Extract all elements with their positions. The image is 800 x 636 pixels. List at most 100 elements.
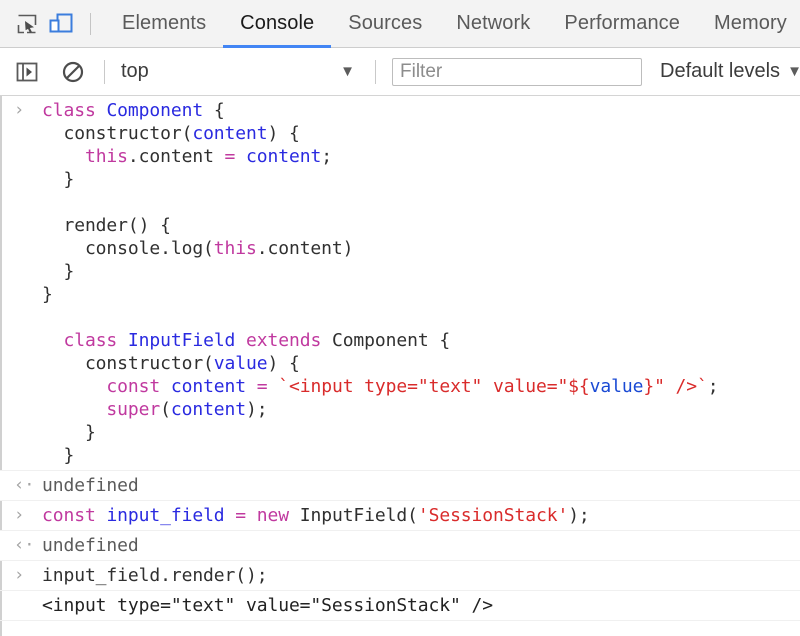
code-token: } xyxy=(42,445,74,466)
device-toolbar-glyph xyxy=(49,13,73,35)
code-token: ) { xyxy=(267,353,299,374)
code-token xyxy=(160,376,171,397)
code-token: <input type="text" value="SessionStack" … xyxy=(42,595,493,616)
tab-memory[interactable]: Memory xyxy=(697,0,800,48)
tab-performance[interactable]: Performance xyxy=(547,0,697,48)
code-token: input_field.render(); xyxy=(42,565,267,586)
console-entry-text: input_field.render(); xyxy=(42,564,800,587)
code-token xyxy=(117,330,128,351)
code-token: = xyxy=(225,146,236,167)
code-token: const xyxy=(42,505,96,526)
code-token: { xyxy=(203,100,224,121)
code-token: const xyxy=(106,376,160,397)
filterbar-divider-1 xyxy=(104,60,105,84)
code-token: input_field xyxy=(106,505,224,526)
prompt-marker-icon: › xyxy=(14,504,36,527)
code-token: .content) xyxy=(257,238,354,259)
console-filter-bar: top ▼ Default levels ▼ xyxy=(0,48,800,96)
code-token: ); xyxy=(246,399,267,420)
tab-console[interactable]: Console xyxy=(223,0,331,48)
code-token xyxy=(268,376,279,397)
console-entry-output[interactable]: <input type="text" value="SessionStack" … xyxy=(0,591,800,621)
code-token: = xyxy=(257,376,268,397)
result-marker-icon: ‹· xyxy=(14,474,36,497)
code-token: ; xyxy=(708,376,719,397)
code-token xyxy=(96,100,107,121)
prompt-marker-icon: › xyxy=(14,99,36,122)
code-token: Component { xyxy=(321,330,450,351)
tab-network-label: Network xyxy=(456,12,530,35)
device-toolbar-icon[interactable] xyxy=(44,7,78,41)
code-token: content xyxy=(246,146,321,167)
chevron-down-icon: ▼ xyxy=(340,64,355,79)
inspect-element-icon[interactable] xyxy=(10,7,44,41)
console-entry-text: undefined xyxy=(42,474,800,497)
panel-tabs: Elements Console Sources Network Perform… xyxy=(105,0,800,48)
code-token: class xyxy=(42,100,96,121)
tab-performance-label: Performance xyxy=(564,12,680,35)
code-token: extends xyxy=(246,330,321,351)
chevron-down-icon: ▼ xyxy=(787,64,800,79)
console-entry-input[interactable]: ›class Component { constructor(content) … xyxy=(0,96,800,471)
code-token: .content xyxy=(128,146,225,167)
code-token: = xyxy=(235,505,246,526)
code-token xyxy=(235,330,246,351)
console-entry-text: undefined xyxy=(42,534,800,557)
tab-sources[interactable]: Sources xyxy=(331,0,439,48)
filter-input[interactable] xyxy=(392,58,642,86)
log-levels-label: Default levels xyxy=(660,60,780,83)
code-token: this xyxy=(85,146,128,167)
code-token: InputField xyxy=(128,330,235,351)
tab-console-label: Console xyxy=(240,12,314,35)
code-token xyxy=(42,330,63,351)
code-token: super xyxy=(106,399,160,420)
console-entry-text: const input_field = new InputField('Sess… xyxy=(42,504,800,527)
console-sidebar-toggle-icon[interactable] xyxy=(12,57,42,87)
code-token: value xyxy=(590,376,644,397)
code-token: undefined xyxy=(42,535,139,556)
code-token: } xyxy=(42,422,96,443)
code-token: } xyxy=(42,261,74,282)
code-token: this xyxy=(214,238,257,259)
execution-context-value: top xyxy=(121,60,340,83)
code-token xyxy=(225,505,236,526)
code-token xyxy=(42,146,85,167)
console-entry-input[interactable]: › input_field.render(); xyxy=(0,561,800,591)
tab-network[interactable]: Network xyxy=(439,0,547,48)
tab-sources-label: Sources xyxy=(348,12,422,35)
code-token: } xyxy=(42,169,74,190)
code-token xyxy=(42,376,106,397)
tab-elements[interactable]: Elements xyxy=(105,0,223,48)
code-token: ( xyxy=(160,399,171,420)
code-token: } xyxy=(42,284,53,305)
code-token: constructor( xyxy=(42,123,192,144)
code-token: content xyxy=(171,399,246,420)
console-entry-result[interactable]: ‹· undefined xyxy=(0,471,800,501)
console-entry-text: class Component { constructor(content) {… xyxy=(42,99,800,467)
code-token: constructor( xyxy=(42,353,214,374)
log-levels-selector[interactable]: Default levels ▼ xyxy=(660,60,800,83)
code-token xyxy=(96,505,107,526)
code-token: ); xyxy=(568,505,589,526)
console-entry-text: <input type="text" value="SessionStack" … xyxy=(42,594,800,617)
toolbar-divider xyxy=(90,13,91,35)
execution-context-selector[interactable]: top ▼ xyxy=(121,60,359,83)
code-token: undefined xyxy=(42,475,139,496)
console-entry-result[interactable]: ‹·undefined xyxy=(0,531,800,561)
clear-console-icon[interactable] xyxy=(58,57,88,87)
console-entry-input[interactable]: › const input_field = new InputField('Ses… xyxy=(0,501,800,531)
code-token: console.log( xyxy=(42,238,214,259)
code-token: }" />` xyxy=(643,376,707,397)
code-token: render() { xyxy=(42,215,171,236)
prompt-marker-icon: › xyxy=(14,564,36,587)
code-token: new xyxy=(257,505,289,526)
clear-console-glyph xyxy=(62,61,84,83)
console-message-list[interactable]: ›class Component { constructor(content) … xyxy=(0,96,800,636)
filterbar-divider-2 xyxy=(375,60,376,84)
inspect-element-glyph xyxy=(16,13,38,35)
code-token: content xyxy=(171,376,246,397)
code-token: Component xyxy=(106,100,203,121)
code-token: `<input type="text" value="${ xyxy=(278,376,589,397)
tab-elements-label: Elements xyxy=(122,12,206,35)
code-token: content xyxy=(192,123,267,144)
